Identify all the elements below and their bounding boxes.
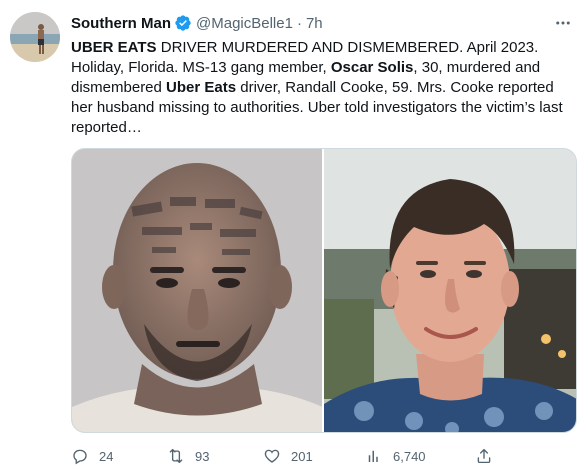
display-name[interactable]: Southern Man [71, 15, 171, 32]
retweet-button[interactable]: 93 [167, 446, 209, 466]
share-icon [477, 448, 491, 464]
user-handle[interactable]: @MagicBelle1 [196, 15, 293, 32]
share-button[interactable] [475, 446, 493, 466]
avatar[interactable] [10, 12, 60, 62]
reply-count: 24 [99, 448, 114, 464]
tweet-media[interactable] [71, 148, 577, 433]
views-icon [368, 450, 378, 462]
like-icon [264, 449, 280, 463]
action-bar: 24 93 201 6,740 [71, 446, 501, 466]
like-count: 201 [291, 448, 313, 464]
more-icon[interactable] [552, 14, 574, 32]
verified-badge-icon [174, 14, 192, 32]
photo-victim[interactable] [324, 149, 576, 432]
retweet-icon [169, 448, 183, 464]
text-bold-uber-eats: UBER EATS [71, 39, 157, 56]
tweet[interactable]: Southern Man @MagicBelle1 · 7h UBER EATS… [0, 0, 588, 470]
views-count: 6,740 [393, 448, 426, 464]
reply-button[interactable]: 24 [71, 446, 113, 466]
text-bold-uber-eats: Uber Eats [166, 79, 237, 96]
tweet-header: Southern Man @MagicBelle1 · 7h [71, 13, 323, 33]
tweet-text: UBER EATS DRIVER MURDERED AND DISMEMBERE… [71, 38, 571, 138]
separator-dot: · [296, 14, 302, 32]
text-bold-name: Oscar Solis [330, 59, 414, 76]
photo-mugshot[interactable] [72, 149, 322, 432]
like-button[interactable]: 201 [263, 446, 313, 466]
retweet-count: 93 [195, 448, 210, 464]
timestamp[interactable]: 7h [306, 15, 323, 32]
reply-icon [73, 449, 87, 465]
views-button[interactable]: 6,740 [365, 446, 426, 466]
